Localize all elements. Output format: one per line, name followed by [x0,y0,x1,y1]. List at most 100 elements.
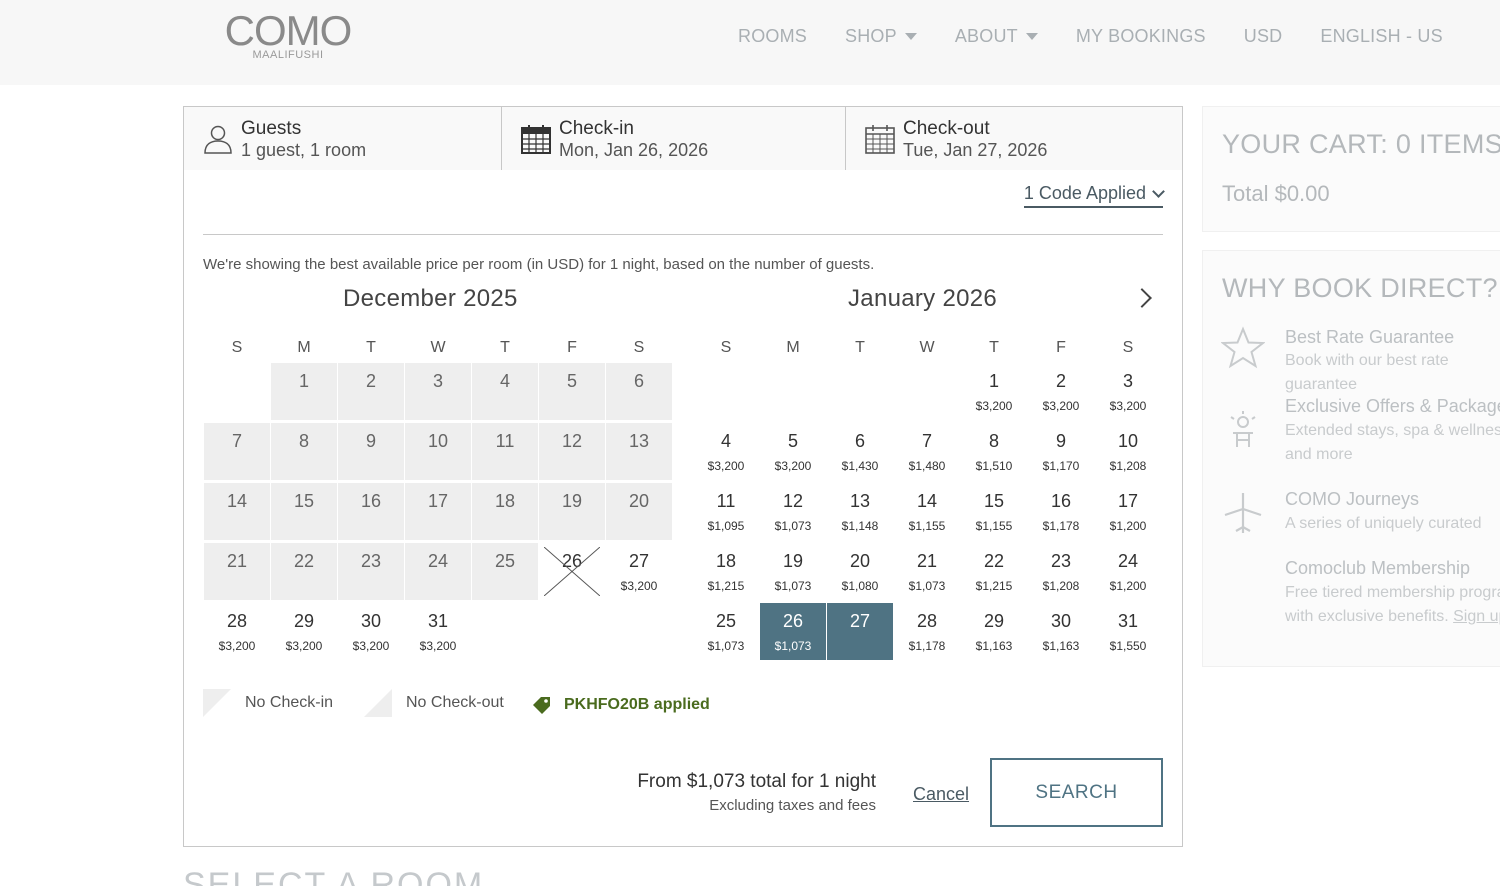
calendar-day[interactable]: 7 $1,480 [894,423,960,480]
calendar-day: 2 [338,363,404,420]
benefit-desc: Book with our best rate guarantee [1285,352,1449,393]
calendar-day[interactable]: 20 $1,080 [827,543,893,600]
weekday-label: M [297,339,311,356]
calendar-day[interactable]: 4 $3,200 [693,423,759,480]
calendar-day: 10 [405,423,471,480]
why-book-direct-panel: WHY BOOK DIRECT? Best Rate Guarantee Boo… [1202,250,1500,667]
weekday-label: T [989,339,999,356]
calendar-day[interactable]: 30 $3,200 [338,603,404,660]
month-title-january: January 2026 [848,285,998,312]
nav-item-rooms[interactable]: ROOMS [738,26,807,47]
calendar-day[interactable]: 28 $3,200 [204,603,270,660]
next-month-arrow-icon[interactable] [1132,288,1152,308]
calendar-day: 13 [606,423,672,480]
day-number: 13 [628,431,650,451]
calendar-day[interactable]: 26 $1,073 [760,603,826,660]
day-price: $3,200 [774,459,812,473]
como-logo[interactable]: COMO MAALIFUSHI [218,10,358,62]
day-price: $3,200 [218,639,256,653]
calendar-day[interactable]: 26 [539,543,605,600]
day-number: 9 [1055,431,1066,451]
day-number: 10 [1117,431,1139,451]
calendar-day[interactable]: 28 $1,178 [894,603,960,660]
legend-no-checkin: No Check-in [203,689,333,717]
sign-up-link[interactable]: Sign up [1453,608,1500,625]
calendar-day[interactable]: 17 $1,200 [1095,483,1161,540]
plane-icon [1224,493,1262,533]
calendar-day: 16 [338,483,404,540]
calendar-day[interactable]: 12 $1,073 [760,483,826,540]
calendar-day: 18 [472,483,538,540]
nav-label: ABOUT [954,26,1018,46]
total-price: From $1,073 total for 1 night [637,771,876,792]
user-icon [204,125,232,154]
day-number: 4 [720,431,731,451]
calendar-day: 6 [606,363,672,420]
calendar-day[interactable]: 8 $1,510 [961,423,1027,480]
tab-guests[interactable]: Guests 1 guest, 1 room [184,107,502,170]
day-price: $1,155 [975,519,1013,533]
day-number: 23 [1050,551,1072,571]
calendar-day[interactable]: 3 $3,200 [1095,363,1161,420]
calendar-day[interactable]: 18 $1,215 [693,543,759,600]
calendar-day[interactable]: 11 $1,095 [693,483,759,540]
calendar-day[interactable]: 24 $1,200 [1095,543,1161,600]
cart-total: Total $0.00 [1222,181,1330,206]
tab-checkin[interactable]: Check-in Mon, Jan 26, 2026 [502,107,846,170]
calendar-day[interactable]: 27 [827,603,893,660]
benefit-desc: A series of uniquely curated [1285,515,1482,532]
calendar-day[interactable]: 29 $1,163 [961,603,1027,660]
cart-title: YOUR CART: 0 ITEMS [1222,129,1500,159]
day-number: 7 [231,431,242,451]
calendar-day[interactable]: 15 $1,155 [961,483,1027,540]
calendar-day[interactable]: 13 $1,148 [827,483,893,540]
calendar-day[interactable]: 5 $3,200 [760,423,826,480]
day-number: 22 [983,551,1005,571]
calendar-day: 8 [271,423,337,480]
calendar-day: 9 [338,423,404,480]
calendar-day[interactable]: 6 $1,430 [827,423,893,480]
calendar-day: 11 [472,423,538,480]
day-price: $1,163 [1042,639,1080,653]
weekday-label: S [633,339,645,356]
code-applied-toggle[interactable]: 1 Code Applied [1023,183,1165,208]
calendar-day[interactable]: 22 $1,215 [961,543,1027,600]
nav-item-shop[interactable]: SHOP [845,26,917,47]
calendar-day[interactable]: 16 $1,178 [1028,483,1094,540]
calendar-day[interactable]: 25 $1,073 [693,603,759,660]
day-number: 26 [782,611,804,631]
nav-item-english-us[interactable]: ENGLISH - US [1320,26,1442,47]
day-number: 27 [849,611,871,631]
day-price: $1,178 [908,639,946,653]
calendar-day[interactable]: 29 $3,200 [271,603,337,660]
calendar-day[interactable]: 27 $3,200 [606,543,672,600]
day-number: 19 [782,551,804,571]
nav-label: USD [1243,26,1283,46]
nav-item-about[interactable]: ABOUT [955,26,1038,47]
nav-item-my-bookings[interactable]: MY BOOKINGS [1076,26,1206,47]
calendar-day[interactable]: 2 $3,200 [1028,363,1094,420]
day-number: 11 [495,431,515,451]
day-number: 3 [1122,371,1133,391]
price-note: We're showing the best available price p… [203,256,875,273]
calendar-day[interactable]: 31 $3,200 [405,603,471,660]
calendar-day[interactable]: 9 $1,170 [1028,423,1094,480]
calendar-day[interactable]: 30 $1,163 [1028,603,1094,660]
calendar-day[interactable]: 10 $1,208 [1095,423,1161,480]
day-number: 29 [293,611,315,631]
calendar-day[interactable]: 21 $1,073 [894,543,960,600]
calendar-day[interactable]: 19 $1,073 [760,543,826,600]
calendar-day[interactable]: 31 $1,550 [1095,603,1161,660]
calendar-day[interactable]: 23 $1,208 [1028,543,1094,600]
calendar-day[interactable]: 14 $1,155 [894,483,960,540]
search-button[interactable]: SEARCH [990,758,1163,827]
calendar-day[interactable]: 1 $3,200 [961,363,1027,420]
tab-checkout[interactable]: Check-out Tue, Jan 27, 2026 [846,107,1182,170]
divider [203,234,1163,235]
cancel-link[interactable]: Cancel [913,784,969,805]
booking-widget: Guests 1 guest, 1 room Check-in Mon, Jan… [183,106,1183,847]
calendar-day: 25 [472,543,538,600]
weekday-label: W [919,339,935,356]
nav-item-usd[interactable]: USD [1244,26,1283,47]
calendar-day: 7 [204,423,270,480]
